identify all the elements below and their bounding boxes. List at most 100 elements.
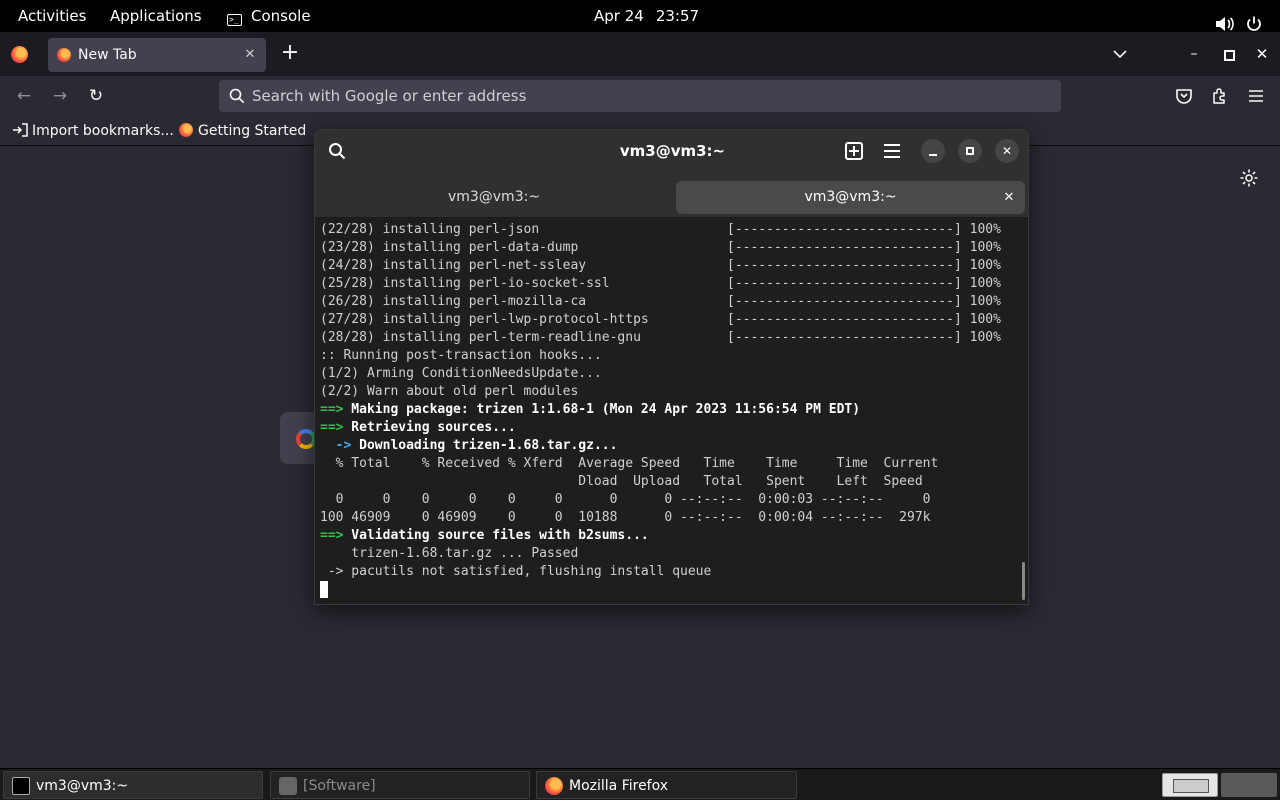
terminal-line-text: 0 0 0 0 0 0 0 0 --:--:-- 0:00:03 --:--:-…	[320, 492, 931, 507]
firefox-icon[interactable]	[11, 46, 28, 63]
terminal-line: -> Downloading trizen-1.68.tar.gz...	[320, 437, 1025, 455]
terminal-line: (22/28) installing perl-json [----------…	[320, 221, 1025, 239]
minimize-window-button[interactable]: –	[1185, 45, 1203, 63]
terminal-line-text: (27/28) installing perl-lwp-protocol-htt…	[320, 312, 1001, 327]
terminal-line-text: 100 46909 0 46909 0 0 10188 0 --:--:-- 0…	[320, 510, 931, 525]
terminal-line-text: :: Running post-transaction hooks...	[320, 348, 602, 363]
search-icon[interactable]	[328, 142, 346, 160]
terminal-output[interactable]: (22/28) installing perl-json [----------…	[320, 221, 1025, 603]
terminal-line-text: (23/28) installing perl-data-dump [-----…	[320, 240, 1001, 255]
terminal-line: (26/28) installing perl-mozilla-ca [----…	[320, 293, 1025, 311]
terminal-line: 100 46909 0 46909 0 0 10188 0 --:--:-- 0…	[320, 509, 1025, 527]
terminal-line: 0 0 0 0 0 0 0 0 --:--:-- 0:00:03 --:--:-…	[320, 491, 1025, 509]
terminal-tab-1[interactable]: vm3@vm3:~	[319, 181, 669, 214]
terminal-line: ==> Making package: trizen 1:1.68-1 (Mon…	[320, 401, 1025, 419]
terminal-line-text: (2/2) Warn about old perl modules	[320, 384, 579, 399]
firefox-favicon-icon	[179, 123, 193, 137]
taskbar-item-label: vm3@vm3:~	[36, 778, 129, 794]
import-bookmarks-link[interactable]: Import bookmarks...	[12, 116, 174, 146]
terminal-line: (24/28) installing perl-net-ssleay [----…	[320, 257, 1025, 275]
terminal-tab-bar: vm3@vm3:~ vm3@vm3:~ ✕	[315, 172, 1028, 218]
terminal-line-text: (26/28) installing perl-mozilla-ca [----…	[320, 294, 1001, 309]
terminal-line: (27/28) installing perl-lwp-protocol-htt…	[320, 311, 1025, 329]
new-tab-button[interactable]: +	[279, 42, 301, 65]
taskbar-item-terminal[interactable]: vm3@vm3:~	[3, 771, 263, 799]
applications-menu[interactable]: Applications	[110, 0, 202, 32]
maximize-icon[interactable]	[958, 139, 982, 163]
url-input[interactable]	[252, 80, 1042, 112]
terminal-line: (1/2) Arming ConditionNeedsUpdate...	[320, 365, 1025, 383]
tab-new-tab[interactable]: New Tab ✕	[48, 38, 266, 72]
minimize-icon[interactable]	[921, 139, 945, 163]
terminal-line: Dload Upload Total Spent Left Speed	[320, 473, 1025, 491]
pocket-icon[interactable]	[1174, 86, 1194, 106]
getting-started-label: Getting Started	[198, 123, 307, 139]
terminal-line-prefix: ==>	[320, 402, 344, 417]
terminal-tab-2[interactable]: vm3@vm3:~ ✕	[676, 181, 1025, 214]
terminal-line: -> pacutils not satisfied, flushing inst…	[320, 563, 1025, 581]
terminal-line-text: % Total % Received % Xferd Average Speed…	[320, 456, 939, 471]
terminal-line-prefix: ==>	[320, 528, 344, 543]
terminal-line: (28/28) installing perl-term-readline-gn…	[320, 329, 1025, 347]
terminal-icon: >_	[227, 14, 242, 26]
list-all-tabs-icon[interactable]	[1110, 45, 1130, 63]
terminal-line: (2/2) Warn about old perl modules	[320, 383, 1025, 401]
terminal-line-text: trizen-1.68.tar.gz ... Passed	[320, 546, 579, 561]
terminal-line-prefix: ==>	[320, 420, 344, 435]
terminal-line-text: -> pacutils not satisfied, flushing inst…	[320, 564, 712, 579]
firefox-tab-bar: New Tab ✕ + – ✕	[0, 32, 1280, 76]
terminal-cursor	[320, 581, 328, 598]
software-bag-icon	[279, 777, 297, 795]
terminal-icon	[12, 777, 30, 795]
terminal-line: trizen-1.68.tar.gz ... Passed	[320, 545, 1025, 563]
terminal-tab-label: vm3@vm3:~	[447, 189, 541, 205]
import-icon	[13, 123, 28, 137]
taskbar-item-firefox[interactable]: Mozilla Firefox	[536, 771, 797, 799]
terminal-line-text: (28/28) installing perl-term-readline-gn…	[320, 330, 1001, 345]
terminal-line: ==> Validating source files with b2sums.…	[320, 527, 1025, 545]
extensions-icon[interactable]	[1210, 86, 1230, 106]
close-window-button[interactable]: ✕	[1253, 45, 1271, 63]
hamburger-menu-icon[interactable]	[1246, 86, 1266, 106]
terminal-line-text: Making package: trizen 1:1.68-1 (Mon 24 …	[343, 402, 861, 417]
new-terminal-tab-icon[interactable]	[845, 142, 863, 160]
terminal-line: ==> Retrieving sources...	[320, 419, 1025, 437]
activities-button[interactable]: Activities	[18, 0, 86, 32]
back-icon[interactable]: ←	[13, 85, 35, 107]
gear-icon[interactable]	[1239, 168, 1259, 188]
getting-started-bookmark[interactable]: Getting Started	[179, 116, 306, 146]
hamburger-menu-icon[interactable]	[883, 143, 901, 159]
terminal-prompt-line	[320, 581, 1025, 599]
close-tab-icon[interactable]: ✕	[1001, 181, 1017, 214]
terminal-line-text: (24/28) installing perl-net-ssleay [----…	[320, 258, 1001, 273]
close-tab-icon[interactable]: ✕	[242, 47, 258, 63]
firefox-favicon-icon	[57, 48, 71, 62]
forward-icon[interactable]: →	[49, 85, 71, 107]
taskbar-item-label: Mozilla Firefox	[569, 778, 669, 794]
address-bar[interactable]	[219, 80, 1061, 112]
terminal-line-text: Downloading trizen-1.68.tar.gz...	[351, 438, 618, 453]
terminal-line-text: Validating source files with b2sums...	[343, 528, 649, 543]
terminal-line: :: Running post-transaction hooks...	[320, 347, 1025, 365]
clock[interactable]: Apr 24 23:57	[594, 0, 699, 32]
maximize-window-button[interactable]	[1219, 45, 1237, 63]
console-app-label: Console	[251, 7, 311, 25]
taskbar-item-software[interactable]: [Software]	[270, 771, 530, 799]
terminal-line: (23/28) installing perl-data-dump [-----…	[320, 239, 1025, 257]
terminal-scrollbar[interactable]	[1022, 562, 1025, 600]
workspace-2[interactable]	[1221, 773, 1277, 797]
console-app-menu[interactable]: >_ Console	[227, 0, 311, 32]
terminal-header-bar: vm3@vm3:~ ✕	[315, 130, 1028, 172]
terminal-line-text: (25/28) installing perl-io-socket-ssl [-…	[320, 276, 1001, 291]
close-icon[interactable]: ✕	[995, 139, 1019, 163]
tab-title: New Tab	[78, 47, 137, 63]
terminal-line-prefix: ->	[320, 438, 352, 453]
google-icon	[296, 429, 316, 449]
workspace-1[interactable]	[1162, 773, 1218, 797]
gnome-top-bar: Activities Applications >_ Console Apr 24…	[0, 0, 1280, 32]
terminal-line: (25/28) installing perl-io-socket-ssl [-…	[320, 275, 1025, 293]
firefox-icon	[545, 777, 563, 795]
terminal-line-text: (1/2) Arming ConditionNeedsUpdate...	[320, 366, 602, 381]
window-list-taskbar: vm3@vm3:~ [Software] Mozilla Firefox	[0, 768, 1280, 800]
reload-icon[interactable]: ↻	[85, 85, 107, 107]
